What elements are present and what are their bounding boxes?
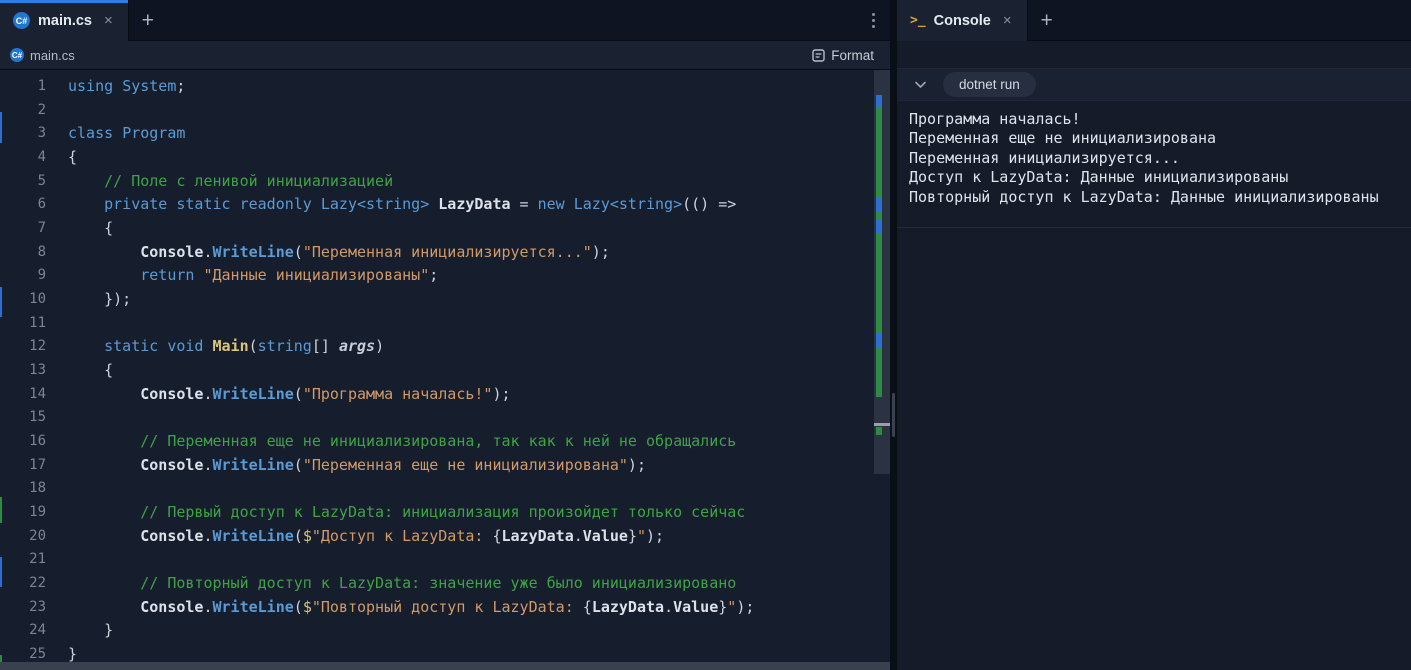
line-number: 25 xyxy=(0,643,46,662)
code-line[interactable]: 14 Console.WriteLine("Программа началась… xyxy=(0,383,890,407)
horizontal-scrollbar[interactable] xyxy=(0,662,890,670)
csharp-icon: C# xyxy=(10,48,24,62)
csharp-icon: C# xyxy=(13,12,30,29)
editor-tabstrip: C# main.cs × + xyxy=(0,0,890,41)
code-line[interactable]: 13 { xyxy=(0,359,890,383)
line-number: 13 xyxy=(0,359,46,383)
line-number: 3 xyxy=(0,122,46,146)
code-line[interactable]: 7 { xyxy=(0,217,890,241)
code-line[interactable]: 22 // Повторный доступ к LazyData: значе… xyxy=(0,572,890,596)
code-line[interactable]: 21 xyxy=(0,548,890,572)
console-empty-area xyxy=(897,228,1411,670)
code-line[interactable]: 18 xyxy=(0,477,890,501)
code-line[interactable]: 16 // Переменная еще не инициализирована… xyxy=(0,430,890,454)
line-number: 7 xyxy=(0,217,46,241)
code-line[interactable]: 1using System; xyxy=(0,75,890,99)
line-number: 5 xyxy=(0,170,46,194)
code-line[interactable]: 12 static void Main(string[] args) xyxy=(0,335,890,359)
console-output-line: Программа началась! xyxy=(909,110,1399,129)
code-line[interactable]: 5 // Поле с ленивой инициализацией xyxy=(0,170,890,194)
line-number: 23 xyxy=(0,596,46,620)
code-line[interactable]: 10 }); xyxy=(0,288,890,312)
code-line[interactable]: 17 Console.WriteLine("Переменная еще не … xyxy=(0,454,890,478)
editor-breadcrumb-bar: C# main.cs Format xyxy=(0,41,890,70)
new-console-button[interactable]: + xyxy=(1028,0,1066,41)
code-editor[interactable]: 1using System;23class Program4{5 // Поле… xyxy=(0,70,890,662)
chevron-down-icon[interactable] xyxy=(914,80,927,89)
console-output-line: Переменная еще не инициализирована xyxy=(909,129,1399,148)
code-line[interactable]: 11 xyxy=(0,312,890,336)
kebab-menu-icon[interactable] xyxy=(857,0,890,41)
run-command-row: dotnet run xyxy=(897,68,1411,101)
close-icon[interactable]: × xyxy=(1001,12,1014,29)
divider-grip[interactable] xyxy=(892,393,895,437)
close-icon[interactable]: × xyxy=(102,12,115,29)
tab-label: main.cs xyxy=(38,13,92,29)
code-line[interactable]: 25} xyxy=(0,643,890,662)
line-number: 2 xyxy=(0,99,46,123)
line-number: 6 xyxy=(0,193,46,217)
code-line[interactable]: 9 return "Данные инициализированы"; xyxy=(0,264,890,288)
console-panel: >_ Console × + dotnet run Программа нача… xyxy=(897,0,1411,670)
run-command-pill[interactable]: dotnet run xyxy=(943,72,1036,97)
console-output-line: Переменная инициализируется... xyxy=(909,149,1399,168)
code-line[interactable]: 23 Console.WriteLine($"Повторный доступ … xyxy=(0,596,890,620)
code-line[interactable]: 15 xyxy=(0,406,890,430)
line-number: 17 xyxy=(0,454,46,478)
console-tabstrip: >_ Console × + xyxy=(897,0,1411,41)
editor-panel: C# main.cs × + C# main.cs Format xyxy=(0,0,890,670)
code-line[interactable]: 3class Program xyxy=(0,122,890,146)
line-number: 11 xyxy=(0,312,46,336)
console-output-line: Доступ к LazyData: Данные инициализирова… xyxy=(909,168,1399,187)
tab-label: Console xyxy=(934,13,991,29)
format-label: Format xyxy=(831,48,874,63)
line-number: 15 xyxy=(0,406,46,430)
line-number: 19 xyxy=(0,501,46,525)
line-number: 20 xyxy=(0,525,46,549)
code-line[interactable]: 24 } xyxy=(0,619,890,643)
code-line[interactable]: 20 Console.WriteLine($"Доступ к LazyData… xyxy=(0,525,890,549)
code-line[interactable]: 2 xyxy=(0,99,890,123)
terminal-icon: >_ xyxy=(910,13,926,28)
line-number: 4 xyxy=(0,146,46,170)
line-number: 14 xyxy=(0,383,46,407)
breadcrumb-filename: main.cs xyxy=(30,48,75,63)
code-line[interactable]: 6 private static readonly Lazy<string> L… xyxy=(0,193,890,217)
line-number: 1 xyxy=(0,75,46,99)
format-icon xyxy=(812,49,825,62)
line-number: 16 xyxy=(0,430,46,454)
line-number: 10 xyxy=(0,288,46,312)
new-tab-button[interactable]: + xyxy=(129,0,167,41)
line-number: 8 xyxy=(0,241,46,265)
code-area: 1using System;23class Program4{5 // Поле… xyxy=(0,75,890,662)
line-number: 21 xyxy=(0,548,46,572)
ruler-cursor-mark xyxy=(874,423,890,426)
tab-main-cs[interactable]: C# main.cs × xyxy=(0,0,129,41)
breadcrumb: C# main.cs xyxy=(10,48,75,63)
line-number: 12 xyxy=(0,335,46,359)
line-number: 22 xyxy=(0,572,46,596)
format-button[interactable]: Format xyxy=(806,45,880,66)
ide-window: C# main.cs × + C# main.cs Format xyxy=(0,0,1411,670)
console-output[interactable]: Программа началась!Переменная еще не ини… xyxy=(897,101,1411,228)
line-number: 18 xyxy=(0,477,46,501)
code-line[interactable]: 4{ xyxy=(0,146,890,170)
code-line[interactable]: 8 Console.WriteLine("Переменная инициали… xyxy=(0,241,890,265)
panel-resize-divider[interactable] xyxy=(890,0,897,670)
line-number: 24 xyxy=(0,619,46,643)
gutter-change-stripe xyxy=(0,70,2,662)
console-output-line: Повторный доступ к LazyData: Данные иниц… xyxy=(909,188,1399,207)
overview-ruler[interactable] xyxy=(874,70,890,474)
line-number: 9 xyxy=(0,264,46,288)
code-line[interactable]: 19 // Первый доступ к LazyData: инициали… xyxy=(0,501,890,525)
console-toolbar-gap xyxy=(897,41,1411,68)
tab-console[interactable]: >_ Console × xyxy=(897,0,1028,41)
